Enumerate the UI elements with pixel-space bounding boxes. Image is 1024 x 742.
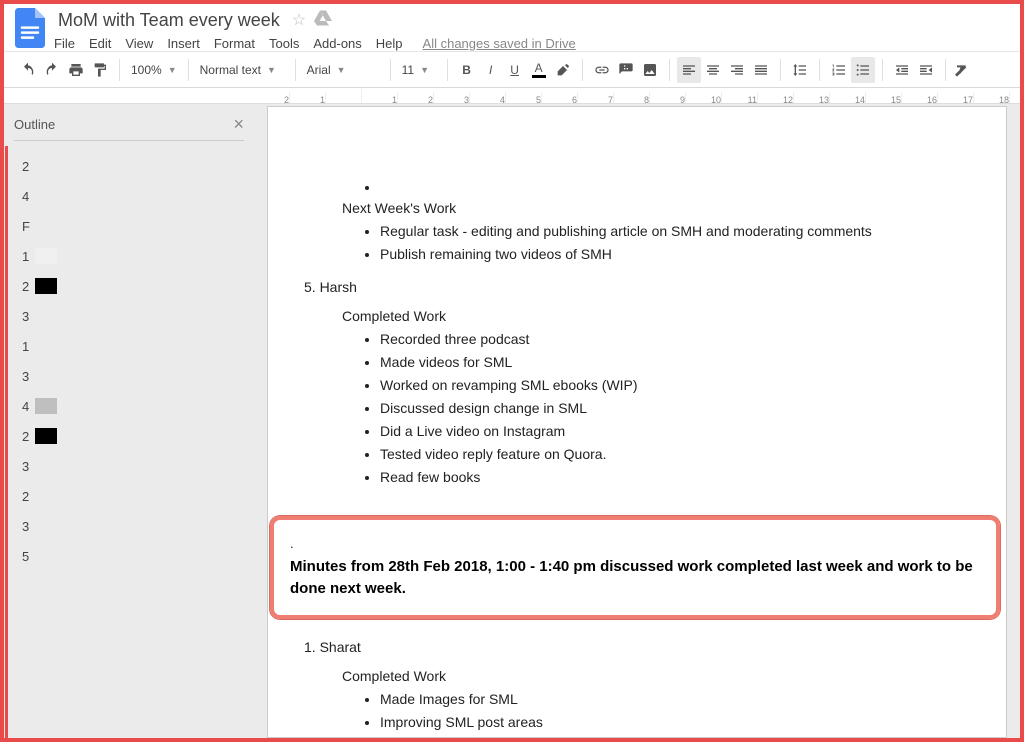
outline-item[interactable]: 3 <box>16 361 244 391</box>
outline-item[interactable]: 3 <box>16 301 244 331</box>
document-page[interactable]: Next Week's Work Regular task - editing … <box>267 106 1007 738</box>
completed-work-label-sharat: Completed Work <box>342 666 972 687</box>
menu-view[interactable]: View <box>125 36 153 51</box>
outline-item[interactable]: 2 <box>16 421 244 451</box>
list-item: Made Images for SML <box>380 689 972 710</box>
app-header: MoM with Team every week ☆ File Edit Vie… <box>4 4 1020 52</box>
highlight-button[interactable] <box>551 57 575 83</box>
docs-logo-icon[interactable] <box>10 8 50 48</box>
menu-insert[interactable]: Insert <box>167 36 200 51</box>
line-spacing-button[interactable] <box>788 57 812 83</box>
font-select[interactable]: Arial▼ <box>299 57 387 83</box>
completed-work-label: Completed Work <box>342 306 972 327</box>
outline-item[interactable]: 1 <box>16 241 244 271</box>
undo-button[interactable] <box>16 57 40 83</box>
document-title[interactable]: MoM with Team every week <box>54 10 284 31</box>
link-button[interactable] <box>590 57 614 83</box>
outline-item[interactable]: 4 <box>16 391 244 421</box>
list-item: Tested video reply feature on Quora. <box>380 444 972 465</box>
indent-decrease-button[interactable] <box>890 57 914 83</box>
next-week-label: Next Week's Work <box>342 200 456 216</box>
outline-indicator-line <box>5 146 8 738</box>
outline-pane: Outline × 24F12313423235 <box>4 104 254 738</box>
list-item: Improving SML post areas <box>380 712 972 733</box>
print-button[interactable] <box>64 57 88 83</box>
list-item: Created Youtube Thumbnail for SML and Co… <box>380 735 972 739</box>
outline-title: Outline <box>14 117 55 132</box>
align-right-button[interactable] <box>725 57 749 83</box>
align-center-button[interactable] <box>701 57 725 83</box>
list-item: Did a Live video on Instagram <box>380 421 972 442</box>
toolbar: 100%▼ Normal text▼ Arial▼ 11▼ B I U A <box>4 52 1020 88</box>
close-icon[interactable]: × <box>233 114 244 135</box>
font-size-select[interactable]: 11▼ <box>394 57 444 83</box>
outline-item[interactable]: F <box>16 211 244 241</box>
outline-item[interactable]: 2 <box>16 151 244 181</box>
minutes-heading: Minutes from 28th Feb 2018, 1:00 - 1:40 … <box>290 556 980 601</box>
save-status-link[interactable]: All changes saved in Drive <box>423 36 576 51</box>
outline-item[interactable]: 3 <box>16 511 244 541</box>
menu-edit[interactable]: Edit <box>89 36 111 51</box>
paint-format-button[interactable] <box>88 57 112 83</box>
menu-help[interactable]: Help <box>376 36 403 51</box>
outline-item[interactable]: 2 <box>16 481 244 511</box>
empty-bullet <box>380 177 972 198</box>
menu-tools[interactable]: Tools <box>269 36 299 51</box>
menu-bar: File Edit View Insert Format Tools Add-o… <box>54 32 1012 54</box>
align-justify-button[interactable] <box>749 57 773 83</box>
indent-increase-button[interactable] <box>914 57 938 83</box>
list-item: Publish remaining two videos of SMH <box>380 244 972 265</box>
bold-button[interactable]: B <box>455 57 479 83</box>
person-sharat-heading: 1. Sharat <box>304 637 972 658</box>
menu-addons[interactable]: Add-ons <box>313 36 361 51</box>
underline-button[interactable]: U <box>503 57 527 83</box>
clear-format-button[interactable] <box>949 57 973 83</box>
text-color-button[interactable]: A <box>527 57 551 83</box>
comment-button[interactable] <box>614 57 638 83</box>
highlighted-minutes-box: . Minutes from 28th Feb 2018, 1:00 - 1:4… <box>270 516 1000 619</box>
list-item: Worked on revamping SML ebooks (WIP) <box>380 375 972 396</box>
list-item: Made videos for SML <box>380 352 972 373</box>
outline-item[interactable]: 3 <box>16 451 244 481</box>
numbered-list-button[interactable] <box>827 57 851 83</box>
list-item: Recorded three podcast <box>380 329 972 350</box>
horizontal-ruler[interactable]: 2112345678910111213141516171819 <box>4 88 1020 104</box>
person-harsh-heading: 5. Harsh <box>304 277 972 298</box>
document-canvas[interactable]: Next Week's Work Regular task - editing … <box>254 104 1020 738</box>
align-left-button[interactable] <box>677 57 701 83</box>
menu-file[interactable]: File <box>54 36 75 51</box>
zoom-select[interactable]: 100%▼ <box>123 57 185 83</box>
outline-item[interactable]: 5 <box>16 541 244 571</box>
paragraph-style-select[interactable]: Normal text▼ <box>192 57 292 83</box>
outline-item[interactable]: 2 <box>16 271 244 301</box>
list-item: Discussed design change in SML <box>380 398 972 419</box>
outline-item[interactable]: 4 <box>16 181 244 211</box>
outline-item[interactable]: 1 <box>16 331 244 361</box>
image-button[interactable] <box>638 57 662 83</box>
list-item: Regular task - editing and publishing ar… <box>380 221 972 242</box>
list-item: Read few books <box>380 467 972 488</box>
menu-format[interactable]: Format <box>214 36 255 51</box>
italic-button[interactable]: I <box>479 57 503 83</box>
star-icon[interactable]: ☆ <box>292 10 306 30</box>
bullet-list-button[interactable] <box>851 57 875 83</box>
drive-status-icon[interactable] <box>314 10 332 31</box>
redo-button[interactable] <box>40 57 64 83</box>
